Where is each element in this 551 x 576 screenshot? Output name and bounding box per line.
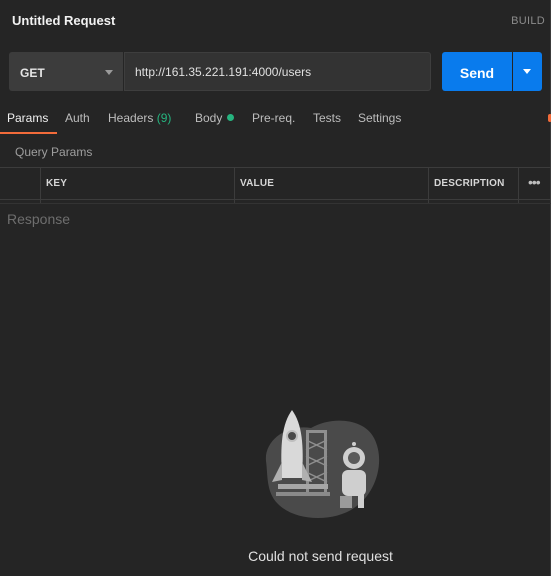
response-title: Response (7, 211, 71, 227)
send-button[interactable]: Send (442, 52, 512, 91)
url-input[interactable]: http://161.35.221.191:4000/users (124, 52, 431, 91)
tab-body[interactable]: Body (195, 111, 235, 125)
url-text: http://161.35.221.191:4000/users (135, 65, 312, 79)
params-table-row-border (0, 203, 551, 204)
tab-pre-request-label: Pre-req. (252, 111, 296, 125)
caret-down-icon (523, 69, 531, 74)
headers-count-badge: (9) (156, 111, 172, 125)
params-table-top-border (0, 167, 551, 168)
tab-tests[interactable]: Tests (313, 111, 341, 125)
column-separator (40, 168, 41, 203)
query-params-title: Query Params (15, 145, 93, 159)
column-separator (428, 168, 429, 203)
request-title[interactable]: Untitled Request (12, 13, 115, 28)
send-options-button[interactable] (513, 52, 542, 91)
tab-headers[interactable]: Headers (9) (108, 111, 171, 125)
body-indicator-dot (227, 114, 235, 121)
params-table-bottom-border (0, 199, 551, 200)
method-label: GET (20, 66, 45, 80)
method-select[interactable]: GET (9, 52, 123, 91)
tab-auth-label: Auth (65, 111, 90, 125)
active-tab-underline (0, 132, 57, 134)
tab-pre-request[interactable]: Pre-req. (252, 111, 295, 125)
column-header-value: VALUE (240, 178, 275, 189)
tab-headers-label: Headers (108, 111, 154, 125)
tab-auth[interactable]: Auth (65, 111, 90, 125)
column-separator (234, 168, 235, 203)
tab-params-label: Params (7, 111, 49, 125)
request-tabs: Params Auth Headers (9) Body Pre-req. Te… (0, 106, 551, 134)
error-message: Could not send request (248, 548, 393, 564)
tab-tests-label: Tests (313, 111, 342, 125)
send-label: Send (459, 65, 495, 81)
rocket-astronaut-illustration (265, 410, 380, 519)
more-options-icon[interactable]: ••• (528, 174, 541, 190)
column-header-description: DESCRIPTION (434, 178, 505, 189)
tab-settings-label: Settings (358, 111, 402, 125)
chevron-down-icon (105, 70, 113, 75)
tab-settings[interactable]: Settings (358, 111, 401, 125)
title-bar: Untitled Request BUILD (0, 0, 551, 42)
build-mode-label[interactable]: BUILD (511, 15, 545, 27)
column-header-key: KEY (46, 178, 68, 189)
tab-params[interactable]: Params (7, 111, 48, 125)
column-separator (518, 168, 519, 203)
tab-body-label: Body (195, 111, 223, 125)
